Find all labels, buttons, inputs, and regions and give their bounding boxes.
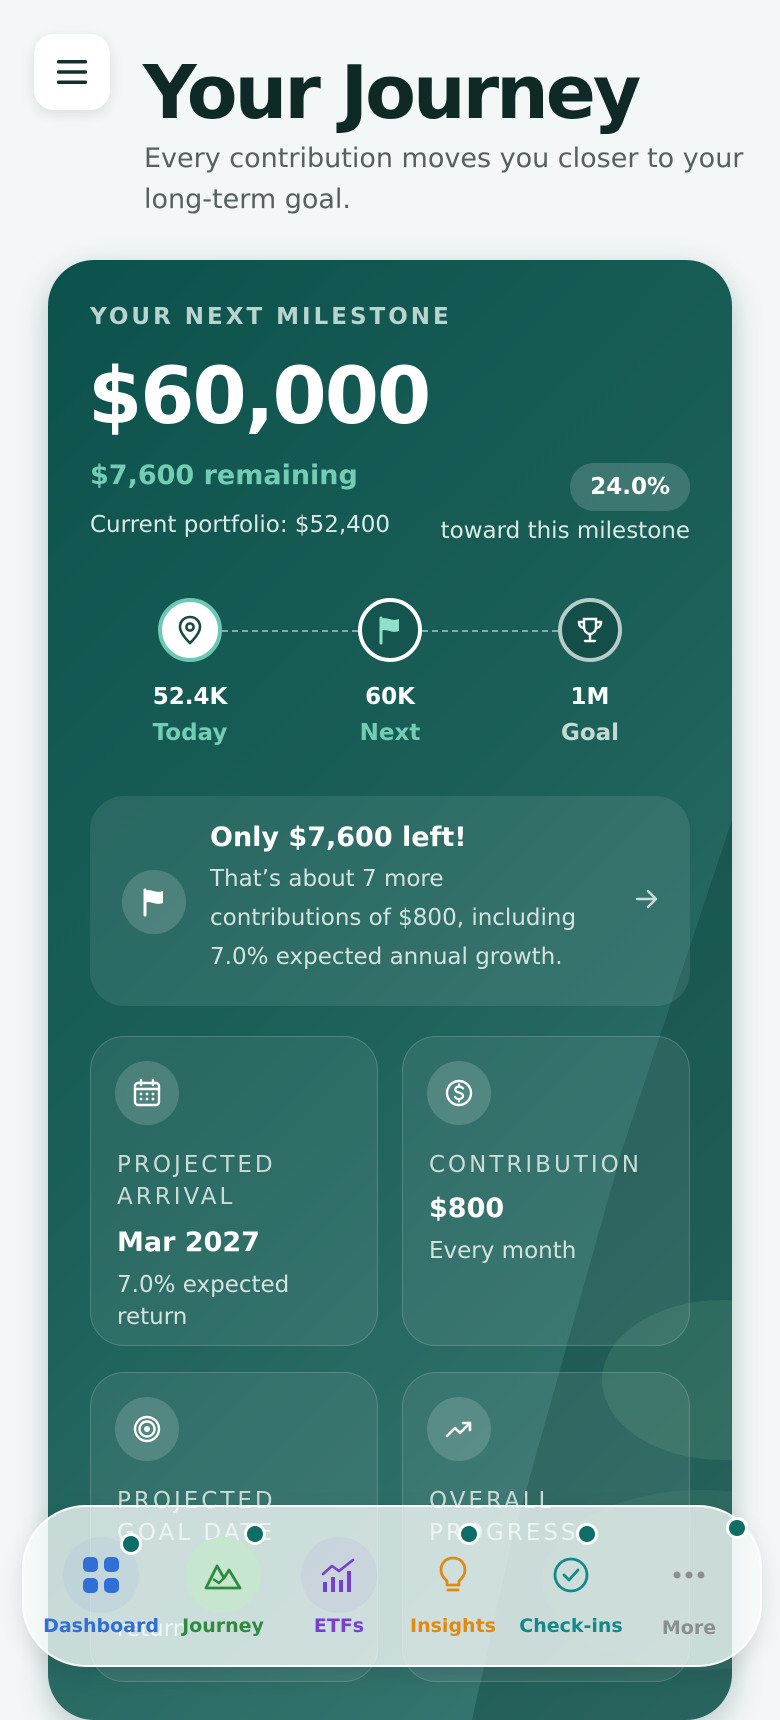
more-dots-icon bbox=[673, 1571, 705, 1579]
nav-label: Journey bbox=[182, 1615, 264, 1637]
track-node-next bbox=[358, 598, 422, 662]
menu-button[interactable] bbox=[34, 34, 110, 110]
nav-icon-bubble bbox=[533, 1537, 609, 1613]
trending-up-icon bbox=[445, 1421, 472, 1438]
nav-label: ETFs bbox=[313, 1615, 365, 1637]
current-portfolio: Current portfolio: $52,400 bbox=[90, 512, 391, 538]
callout-icon-circle bbox=[122, 870, 186, 934]
flag-icon bbox=[379, 616, 399, 645]
hamburger-icon bbox=[57, 60, 87, 84]
milestone-callout[interactable]: Only $7,600 left! That’s about 7 more co… bbox=[90, 796, 690, 1006]
track-node-value: 60K bbox=[365, 684, 415, 710]
tile-icon-circle bbox=[115, 1061, 179, 1125]
track-node-today bbox=[158, 598, 222, 662]
tile-icon-circle bbox=[115, 1397, 179, 1461]
track-node-value: 52.4K bbox=[152, 684, 228, 710]
milestone-amount: $60,000 bbox=[88, 352, 431, 442]
tile-value: $800 bbox=[429, 1193, 505, 1224]
progress-percent-badge: 24.0% bbox=[570, 463, 690, 511]
nav-icon-bubble bbox=[301, 1537, 377, 1613]
nav-label: More bbox=[661, 1617, 717, 1639]
nav-item-dashboard[interactable]: Dashboard bbox=[36, 1507, 166, 1665]
track-node-label: Today bbox=[152, 720, 228, 746]
tile-icon-circle bbox=[427, 1061, 491, 1125]
milestone-remaining: $7,600 remaining bbox=[90, 460, 358, 491]
tile-subtext: Every month bbox=[429, 1238, 577, 1264]
projected-arrival-tile: PROJECTED ARRIVAL Mar 2027 7.0% expected… bbox=[90, 1036, 378, 1346]
progress-percent-caption: toward this milestone bbox=[440, 518, 690, 544]
nav-icon-bubble bbox=[415, 1537, 491, 1613]
nav-item-more[interactable]: More bbox=[624, 1507, 754, 1665]
nav-indicator-dot bbox=[726, 1517, 748, 1539]
nav-item-check-ins[interactable]: Check-ins bbox=[506, 1507, 636, 1665]
nav-label: Check-ins bbox=[519, 1615, 623, 1637]
nav-icon-bubble bbox=[651, 1537, 727, 1613]
flag-icon bbox=[143, 888, 163, 917]
tile-label: CONTRIBUTION bbox=[429, 1152, 642, 1178]
mountain-icon bbox=[204, 1564, 242, 1590]
track-line-segment bbox=[222, 630, 358, 632]
target-icon bbox=[133, 1415, 161, 1443]
nav-icon-bubble bbox=[185, 1537, 261, 1613]
dollar-coin-icon bbox=[445, 1079, 473, 1107]
bottom-nav: Dashboard Journey ETFs Insights Check-in… bbox=[22, 1505, 762, 1667]
location-pin-icon bbox=[178, 615, 202, 645]
page-subtitle: Every contribution moves you closer to y… bbox=[144, 143, 744, 215]
nav-label: Dashboard bbox=[43, 1615, 159, 1637]
track-node-label: Goal bbox=[560, 720, 620, 746]
track-node-goal bbox=[558, 598, 622, 662]
tile-value: Mar 2027 bbox=[117, 1227, 260, 1258]
page-title: Your Journey bbox=[143, 50, 641, 136]
milestone-card: YOUR NEXT MILESTONE $60,000 $7,600 remai… bbox=[48, 260, 732, 1720]
tile-label: PROJECTED ARRIVAL bbox=[117, 1152, 276, 1210]
tile-subtext: 7.0% expected return bbox=[117, 1272, 290, 1330]
track-node-value: 1M bbox=[570, 684, 610, 710]
milestone-label: YOUR NEXT MILESTONE bbox=[90, 304, 452, 330]
grid-icon bbox=[83, 1557, 119, 1593]
nav-indicator-dot bbox=[244, 1523, 266, 1545]
nav-item-insights[interactable]: Insights bbox=[388, 1507, 518, 1665]
tile-icon-circle bbox=[427, 1397, 491, 1461]
arrow-right-icon bbox=[635, 889, 658, 909]
callout-body: That’s about 7 more contributions of $80… bbox=[210, 866, 577, 970]
track-line-segment bbox=[422, 630, 558, 632]
nav-label: Insights bbox=[410, 1615, 496, 1637]
callout-title: Only $7,600 left! bbox=[210, 822, 467, 853]
nav-indicator-dot bbox=[576, 1523, 598, 1545]
nav-item-journey[interactable]: Journey bbox=[158, 1507, 288, 1665]
calendar-icon bbox=[133, 1078, 161, 1107]
trophy-icon bbox=[577, 617, 603, 643]
lightbulb-icon bbox=[439, 1556, 467, 1592]
nav-indicator-dot bbox=[120, 1533, 142, 1555]
track-node-label: Next bbox=[359, 720, 421, 746]
contribution-tile: CONTRIBUTION $800 Every month bbox=[402, 1036, 690, 1346]
nav-indicator-dot bbox=[458, 1523, 480, 1545]
check-circle-icon bbox=[553, 1557, 589, 1593]
chart-icon bbox=[321, 1558, 355, 1592]
nav-item-etfs[interactable]: ETFs bbox=[274, 1507, 404, 1665]
